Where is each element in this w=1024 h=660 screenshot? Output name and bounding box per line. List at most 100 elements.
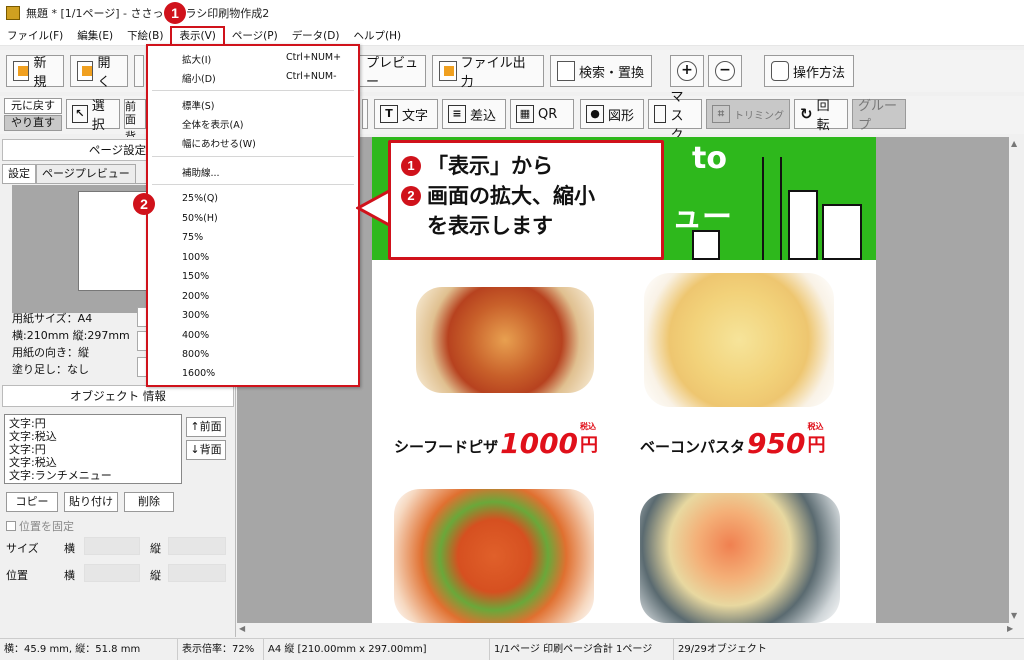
list-item[interactable]: 文字:ランチメニュー: [9, 469, 177, 482]
shape-tool-button[interactable]: ● 図形: [580, 99, 644, 129]
seafood-pasta-photo[interactable]: [640, 493, 840, 623]
tab-settings[interactable]: 設定: [2, 164, 36, 183]
callout-line-1: 1 「表示」から: [401, 151, 651, 181]
size-vert-label: 縦: [150, 542, 161, 555]
dish-label-seafood-pizza[interactable]: シーフードピザ 1000 税込 円: [394, 422, 599, 458]
menu-separator: [152, 156, 354, 157]
menu-item-zoom-800[interactable]: 800%: [182, 349, 209, 360]
title-bar: 無題 * [1/1ページ] - ささっとチラシ印刷物作成2: [0, 0, 1024, 26]
menu-item-zoom-75[interactable]: 75%: [182, 232, 203, 243]
scroll-up-icon[interactable]: ▲: [1011, 139, 1017, 148]
tomato-pasta-photo[interactable]: [394, 489, 594, 623]
menu-item-zoom-out[interactable]: 縮小(D): [182, 71, 216, 85]
qr-code-icon: ▦: [516, 105, 534, 123]
size-height-field[interactable]: [168, 537, 226, 555]
lock-position-checkbox[interactable]: [6, 521, 16, 531]
page-count: 1/1ページ 印刷ページ合計 1ページ: [490, 638, 674, 660]
page-thumbnail: [12, 185, 152, 313]
callout-line-3: を表示します: [427, 214, 553, 238]
group-tool-button[interactable]: グループ: [852, 99, 906, 133]
window-title: 無題 * [1/1ページ] - ささっとチラシ印刷物作成2: [26, 7, 270, 20]
new-button[interactable]: 新規: [6, 55, 64, 90]
delete-button[interactable]: 削除: [124, 492, 174, 512]
menu-item-zoom-150[interactable]: 150%: [182, 271, 209, 282]
tab-page-preview[interactable]: ページプレビュー: [36, 164, 136, 183]
object-list[interactable]: 文字:円 文字:税込 文字:円 文字:税込 文字:ランチメニュー: [4, 414, 182, 484]
menu-item-zoom-1600[interactable]: 1600%: [182, 368, 215, 379]
redo-button[interactable]: やり直す: [4, 115, 62, 131]
zoom-level: 表示倍率：72%: [178, 638, 264, 660]
menu-item-guides[interactable]: 補助線...: [182, 165, 220, 179]
menu-data[interactable]: データ(D): [285, 26, 347, 46]
menu-item-standard[interactable]: 標準(S): [182, 98, 214, 112]
menu-item-fit-width[interactable]: 幅にあわせる(W): [182, 136, 256, 150]
vertical-scrollbar[interactable]: ▲ ▼: [1009, 137, 1021, 623]
pos-y-field[interactable]: [168, 564, 226, 582]
preview-button[interactable]: プレビュー: [360, 55, 426, 90]
front-back-group[interactable]: 前面 背面: [124, 99, 146, 156]
rotate-tool-button[interactable]: ↻ 回転: [794, 99, 848, 133]
menu-item-zoom-25[interactable]: 25%(Q): [182, 193, 218, 204]
cursor-position: 横：45.9 mm, 縦：51.8 mm: [0, 638, 178, 660]
object-info-header[interactable]: オブジェクト 情報: [2, 385, 234, 407]
shape-icon: ●: [586, 105, 604, 123]
pizza-photo[interactable]: [416, 287, 594, 393]
zoom-out-button[interactable]: −: [708, 55, 742, 87]
send-back-button[interactable]: ↓背面: [186, 440, 226, 460]
bacon-pasta-photo[interactable]: [644, 273, 834, 407]
menu-item-zoom-300[interactable]: 300%: [182, 310, 209, 321]
horizontal-scrollbar[interactable]: ◀ ▶: [237, 623, 1021, 635]
scroll-left-icon[interactable]: ◀: [239, 624, 245, 633]
list-item[interactable]: 文字:円: [9, 443, 177, 456]
hand-icon: [771, 61, 789, 81]
menu-edit[interactable]: 編集(E): [70, 26, 120, 46]
open-button[interactable]: 開く: [70, 55, 128, 90]
annotation-badge-1: 1: [164, 2, 186, 24]
callout-badge-1: 1: [401, 156, 421, 176]
open-folder-icon: [77, 61, 94, 81]
callout-pointer: [356, 188, 392, 228]
scroll-down-icon[interactable]: ▼: [1011, 611, 1017, 620]
search-replace-button[interactable]: 検索・置換: [550, 55, 652, 87]
menu-item-zoom-in[interactable]: 拡大(I): [182, 52, 211, 66]
save-button[interactable]: [134, 55, 144, 87]
trim-tool-button[interactable]: ⌗ トリミング: [706, 99, 790, 129]
menu-view[interactable]: 表示(V): [170, 25, 225, 46]
export-button[interactable]: ファイル出力: [432, 55, 544, 90]
scroll-right-icon[interactable]: ▶: [1007, 624, 1013, 633]
text-tool-button[interactable]: T 文字: [374, 99, 438, 129]
menu-file[interactable]: ファイル(F): [0, 26, 70, 46]
menu-page[interactable]: ページ(P): [225, 26, 285, 46]
undo-button[interactable]: 元に戻す: [4, 98, 62, 114]
menu-sketch[interactable]: 下絵(B): [120, 26, 170, 46]
app-icon: [6, 6, 20, 20]
select-button[interactable]: ↖ 選択: [66, 99, 120, 133]
size-width-field[interactable]: [84, 537, 140, 555]
paste-button[interactable]: 貼り付け: [64, 492, 118, 512]
tax-label: 税込: [807, 422, 824, 431]
qr-tool-button[interactable]: ▦ QR: [510, 99, 574, 129]
menu-item-zoom-100[interactable]: 100%: [182, 252, 209, 263]
list-item[interactable]: 文字:税込: [9, 456, 177, 469]
pos-vert-label: 縦: [150, 569, 161, 582]
menu-item-fit-all[interactable]: 全体を表示(A): [182, 117, 243, 131]
lock-position-row[interactable]: 位置を固定: [6, 518, 74, 534]
mask-tool-button[interactable]: マスク: [648, 90, 702, 143]
bring-front-button[interactable]: ↑前面: [186, 417, 226, 437]
howto-button[interactable]: 操作方法: [764, 55, 854, 87]
menu-bar: ファイル(F) 編集(E) 下絵(B) 表示(V) ページ(P) データ(D) …: [0, 25, 1024, 46]
callout-line-2: 2 画面の拡大、縮小: [401, 181, 651, 211]
yen-seafood-pizza: 税込 円: [580, 422, 599, 456]
menu-item-zoom-400[interactable]: 400%: [182, 330, 209, 341]
menu-help[interactable]: ヘルプ(H): [346, 26, 408, 46]
menu-item-zoom-200[interactable]: 200%: [182, 291, 209, 302]
list-item[interactable]: 文字:税込: [9, 430, 177, 443]
insert-tool-button[interactable]: ≡ 差込: [442, 99, 506, 129]
list-item[interactable]: 文字:円: [9, 417, 177, 430]
menu-item-zoom-50[interactable]: 50%(H): [182, 213, 218, 224]
copy-button[interactable]: コピー: [6, 492, 58, 512]
dish-label-bacon-pasta[interactable]: ベーコンパスタ 950 税込 円: [640, 422, 825, 458]
zoom-in-button[interactable]: +: [670, 55, 704, 87]
hidden-tool-button[interactable]: [362, 99, 368, 129]
pos-x-field[interactable]: [84, 564, 140, 582]
